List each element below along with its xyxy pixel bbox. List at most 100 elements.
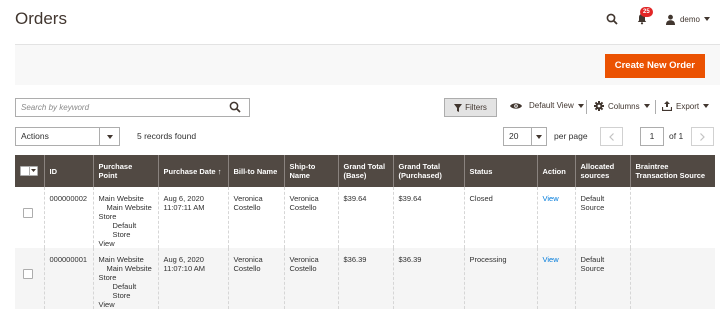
column-header-braintree-source[interactable]: Braintree Transaction Source xyxy=(629,155,715,187)
purchase-point: Main Website Main Website Store Default … xyxy=(92,248,158,309)
purchase-point-line: Main Website xyxy=(98,194,144,203)
grand-total-base: $39.64 xyxy=(337,187,393,248)
purchase-point-line: Main Website xyxy=(98,255,144,264)
filters-label: Filters xyxy=(465,103,487,112)
purchase-point-line: Main Website xyxy=(106,203,152,212)
user-icon xyxy=(665,14,675,25)
purchase-point: Main Website Main Website Store Default … xyxy=(92,187,158,248)
purchase-date: Aug 6, 2020 11:07:10 AM xyxy=(157,248,228,309)
chevron-down-icon xyxy=(577,103,584,108)
bill-to-first: Veronica xyxy=(233,194,263,203)
row-select-cell[interactable] xyxy=(15,187,44,248)
allocated-source-line: Source xyxy=(580,203,605,212)
per-page-value: 20 xyxy=(509,131,519,141)
purchase-point-line: View xyxy=(98,300,115,309)
chevron-right-icon xyxy=(700,132,705,141)
page-title: Orders xyxy=(15,9,67,28)
create-new-order-button[interactable]: Create New Order xyxy=(604,54,705,78)
filters-button[interactable]: Filters xyxy=(444,98,497,117)
search-icon[interactable] xyxy=(229,101,241,115)
chevron-left-icon xyxy=(609,132,614,141)
bill-to-last: Costello xyxy=(233,203,261,212)
column-header-purchase-date[interactable]: Purchase Date ↑ xyxy=(157,155,228,187)
allocated-sources: Default Source xyxy=(574,187,630,248)
columns-label: Columns xyxy=(608,101,640,111)
notifications-button[interactable]: 25 xyxy=(635,7,653,26)
braintree-source xyxy=(629,187,715,248)
allocated-source-line: Default xyxy=(580,194,605,203)
purchase-date-line: Aug 6, 2020 xyxy=(163,194,204,203)
bill-to-name: Veronica Costello xyxy=(227,248,284,309)
bill-to-first: Veronica xyxy=(233,255,263,264)
user-menu[interactable]: demo xyxy=(665,14,710,25)
export-label: Export xyxy=(676,101,700,111)
user-name: demo xyxy=(679,14,700,24)
next-page-button[interactable] xyxy=(691,127,714,146)
allocated-source-line: Source xyxy=(580,264,605,273)
mass-actions-label: Actions xyxy=(21,131,49,141)
view-order-link[interactable]: View xyxy=(536,187,575,248)
grid-header-row: ID Purchase Point Purchase Date ↑ Bill-t… xyxy=(15,155,715,187)
orders-grid: ID Purchase Point Purchase Date ↑ Bill-t… xyxy=(15,155,715,309)
table-row[interactable]: 000000002 Main Website Main Website Stor… xyxy=(15,187,715,248)
view-order-link[interactable]: View xyxy=(536,248,575,309)
chevron-down-icon xyxy=(704,17,710,21)
row-checkbox[interactable] xyxy=(23,269,33,279)
records-found: 5 records found xyxy=(137,131,197,141)
mass-select-checkbox[interactable] xyxy=(20,165,38,176)
column-header-id[interactable]: ID xyxy=(43,155,93,187)
purchase-date-line: Aug 6, 2020 xyxy=(163,255,204,264)
braintree-source xyxy=(629,248,715,309)
row-checkbox[interactable] xyxy=(23,208,33,218)
chevron-down-icon xyxy=(703,104,710,108)
order-status: Closed xyxy=(463,187,537,248)
view-label: Default View xyxy=(529,101,574,110)
search-box xyxy=(15,98,250,117)
filter-icon xyxy=(454,103,463,112)
per-page-select[interactable]: 20 xyxy=(503,127,547,146)
column-header-ship-to-name[interactable]: Ship-to Name xyxy=(283,155,338,187)
purchase-point-line: Store xyxy=(98,273,117,282)
purchase-point-line: Main Website xyxy=(106,264,152,273)
search-icon[interactable] xyxy=(605,12,619,26)
prev-page-button[interactable] xyxy=(600,127,623,146)
chevron-down-icon xyxy=(28,166,38,175)
purchase-point-line: Default Store xyxy=(112,282,137,300)
mass-actions-dropdown[interactable]: Actions xyxy=(15,127,120,146)
column-header-grand-total-base[interactable]: Grand Total (Base) xyxy=(337,155,393,187)
allocated-source-line: Default xyxy=(580,255,605,264)
purchase-point-line: Default Store xyxy=(112,221,137,239)
grand-total-purchased: $36.39 xyxy=(392,248,464,309)
column-header-grand-total-purchased[interactable]: Grand Total (Purchased) xyxy=(392,155,464,187)
search-input[interactable] xyxy=(16,99,226,116)
view-switcher[interactable]: Default View xyxy=(510,101,584,110)
column-header-purchase-point[interactable]: Purchase Point xyxy=(92,155,158,187)
ship-to-name: Veronica Costello xyxy=(283,187,338,248)
allocated-sources: Default Source xyxy=(574,248,630,309)
current-page-input[interactable]: 1 xyxy=(640,127,664,146)
page-actions-bar: Create New Order xyxy=(15,44,720,85)
export-control[interactable]: Export xyxy=(662,101,710,111)
column-header-action: Action xyxy=(536,155,575,187)
order-id: 000000001 xyxy=(43,248,93,309)
page-of-label: of 1 xyxy=(669,131,684,141)
table-row[interactable]: 000000001 Main Website Main Website Stor… xyxy=(15,248,715,309)
header-actions: 25 demo xyxy=(605,7,710,26)
eye-icon xyxy=(510,102,522,109)
column-header-allocated-sources[interactable]: Allocated sources xyxy=(574,155,630,187)
per-page-label: per page xyxy=(554,131,588,141)
mass-select-header[interactable] xyxy=(15,155,44,187)
chevron-down-icon xyxy=(643,104,650,108)
export-icon xyxy=(662,101,672,111)
toolbar-divider xyxy=(586,100,587,114)
column-header-status[interactable]: Status xyxy=(463,155,537,187)
ship-to-last: Costello xyxy=(289,203,317,212)
chevron-down-icon xyxy=(99,128,119,145)
column-header-bill-to-name[interactable]: Bill-to Name xyxy=(227,155,284,187)
order-id: 000000002 xyxy=(43,187,93,248)
purchase-time-line: 11:07:11 AM xyxy=(163,203,205,212)
bill-to-last: Costello xyxy=(233,264,261,273)
purchase-point-line: Store xyxy=(98,212,117,221)
row-select-cell[interactable] xyxy=(15,248,44,309)
columns-control[interactable]: Columns xyxy=(594,101,650,111)
